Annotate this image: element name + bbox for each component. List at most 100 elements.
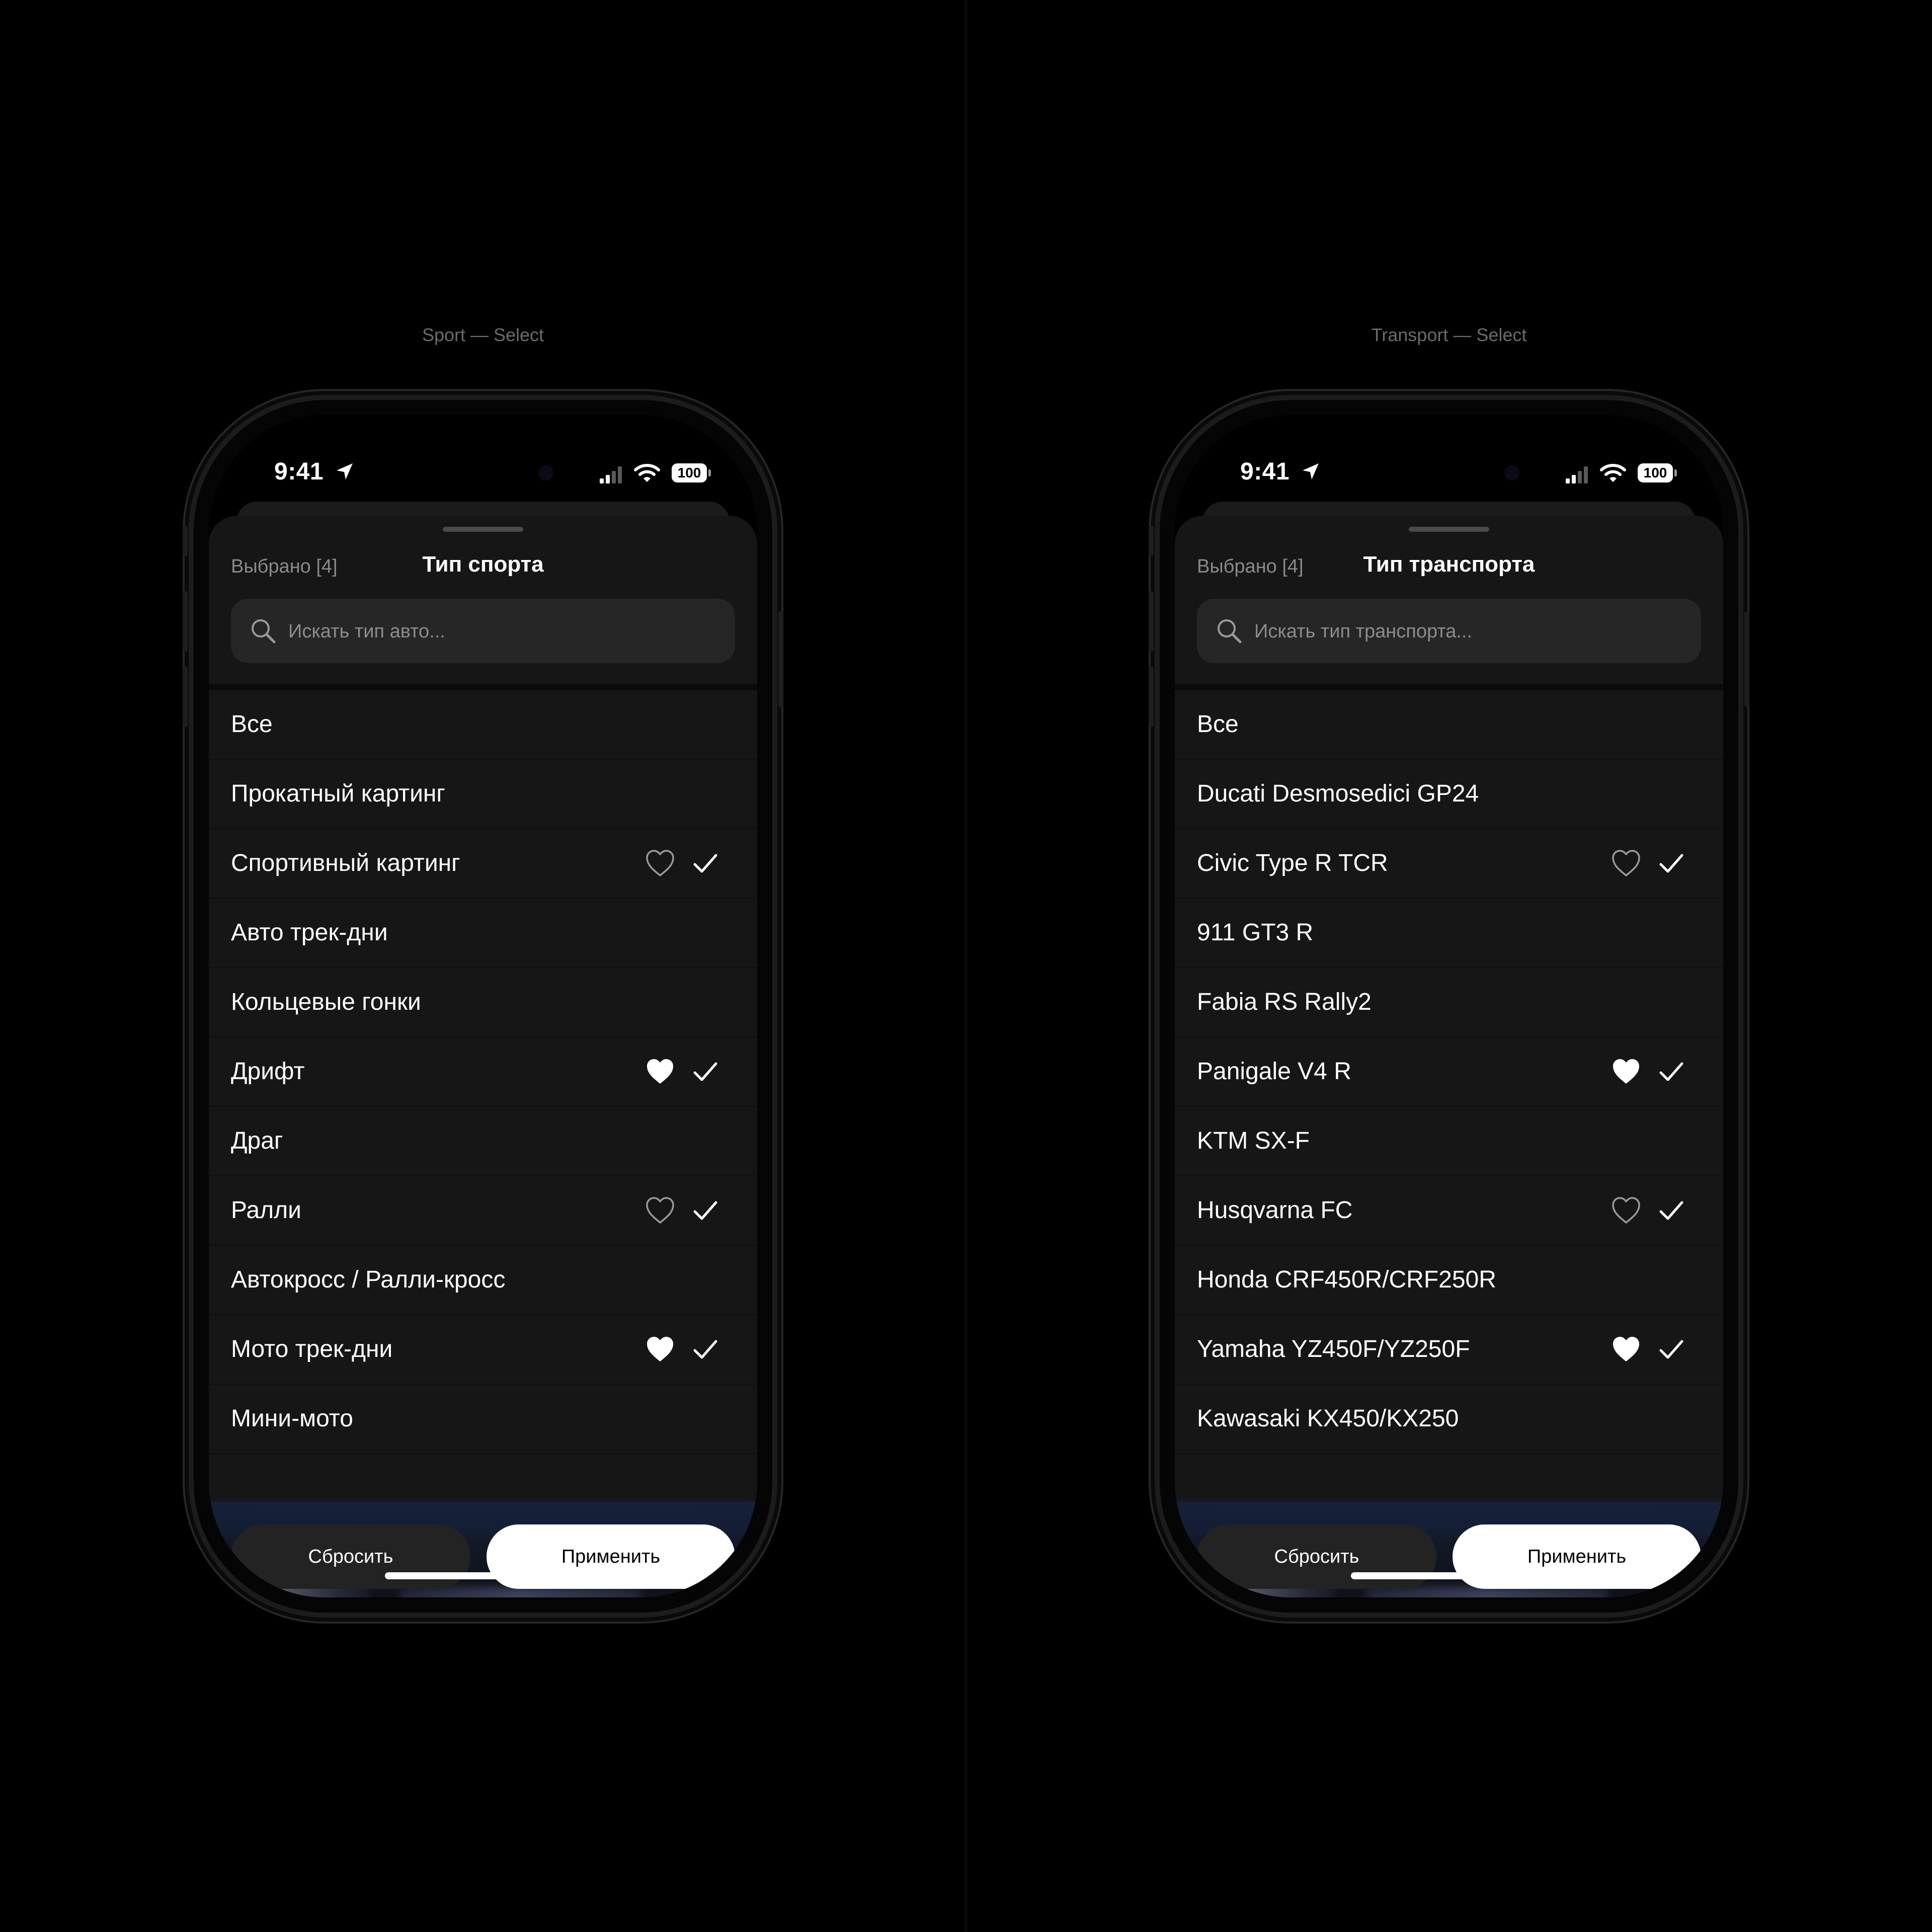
artboard-sport-select: Sport — Select 9:41 100 Выбрано [4] Тип спор… bbox=[0, 0, 966, 1932]
list-item[interactable]: 911 GT3 R bbox=[1175, 899, 1723, 968]
frame-label: Sport — Select bbox=[422, 325, 544, 345]
list-item[interactable]: Fabia RS Rally2 bbox=[1175, 968, 1723, 1037]
bottom-sheet: Выбрано [4]Тип транспортаВсеDucati Desmo… bbox=[1175, 516, 1723, 1597]
options-list: Все Прокатный картинг Спортивный картинг Ав… bbox=[209, 690, 757, 1454]
list-item[interactable]: Все bbox=[209, 690, 757, 760]
camera-dot bbox=[1504, 465, 1519, 480]
search-input[interactable] bbox=[287, 599, 722, 664]
phone-power-button bbox=[778, 611, 783, 707]
frame-label: Transport — Select bbox=[1371, 325, 1527, 345]
artboard-transport-select: Transport — Select 9:41 100 Выбрано [4] Тип … bbox=[966, 0, 1932, 1932]
search-field[interactable] bbox=[1197, 599, 1701, 664]
list-item-label: Прокатный картинг bbox=[231, 780, 445, 807]
heart-outline-icon[interactable] bbox=[1610, 848, 1642, 878]
list-item-label: Авто трек-дни bbox=[231, 919, 388, 946]
battery-icon: 100 bbox=[672, 463, 707, 482]
heart-filled-icon[interactable] bbox=[1610, 1334, 1642, 1364]
status-bar: 9:41 100 bbox=[209, 415, 757, 516]
sheet-title: Тип транспорта bbox=[1363, 552, 1535, 577]
list-item[interactable]: Все bbox=[1175, 690, 1723, 760]
phone-volume-up bbox=[1149, 591, 1154, 652]
heart-filled-icon[interactable] bbox=[1610, 1057, 1642, 1087]
home-indicator[interactable] bbox=[1351, 1572, 1547, 1579]
list-item[interactable]: Husqvarna FC bbox=[1175, 1176, 1723, 1246]
sheet-title: Тип спорта bbox=[422, 552, 544, 577]
list-item[interactable]: Автокросс / Ралли-кросс bbox=[209, 1246, 757, 1315]
list-item[interactable]: Yamaha YZ450F/YZ250F bbox=[1175, 1315, 1723, 1385]
checkmark-icon bbox=[1658, 1197, 1685, 1224]
list-item-label: Fabia RS Rally2 bbox=[1197, 989, 1372, 1015]
search-icon bbox=[248, 616, 278, 646]
list-item-label: Kawasaki KX450/KX250 bbox=[1197, 1405, 1459, 1432]
home-indicator[interactable] bbox=[385, 1572, 581, 1579]
list-item-label: Все bbox=[1197, 711, 1239, 738]
bottom-sheet: Выбрано [4]Тип спортаВсеПрокатный картин… bbox=[209, 516, 757, 1597]
phone-screen: 9:41100Выбрано [4]Тип транспортаВсеDucat… bbox=[1175, 415, 1723, 1597]
heart-outline-icon[interactable] bbox=[644, 1195, 676, 1226]
list-item-label: Honda CRF450R/CRF250R bbox=[1197, 1266, 1496, 1293]
sheet-grabber[interactable] bbox=[1409, 527, 1489, 532]
phone-volume-down bbox=[183, 667, 188, 727]
list-item-label: Спортивный картинг bbox=[231, 850, 460, 876]
list-item[interactable]: KTM SX-F bbox=[1175, 1107, 1723, 1176]
list-item[interactable]: Civic Type R TCR bbox=[1175, 829, 1723, 899]
options-list: Все Ducati Desmosedici GP24 Civic Type R T… bbox=[1175, 690, 1723, 1454]
heart-outline-icon[interactable] bbox=[644, 848, 676, 878]
status-time: 9:41 bbox=[274, 458, 324, 485]
list-item[interactable]: Авто трек-дни bbox=[209, 899, 757, 968]
list-item-label: Civic Type R TCR bbox=[1197, 850, 1388, 876]
sheet-grabber[interactable] bbox=[443, 527, 523, 532]
checkmark-icon bbox=[692, 1059, 719, 1085]
phone-action-button bbox=[1149, 526, 1154, 556]
phone-frame: 9:41100Выбрано [4]Тип спортаВсеПрокатный… bbox=[183, 400, 783, 1613]
list-item-label: Драг bbox=[231, 1128, 283, 1154]
list-item-label: 911 GT3 R bbox=[1197, 919, 1314, 946]
cellular-signal-icon bbox=[1565, 465, 1590, 484]
search-field[interactable] bbox=[231, 599, 735, 664]
checkmark-icon bbox=[1658, 1336, 1685, 1362]
list-item[interactable]: Дрифт bbox=[209, 1037, 757, 1107]
list-separator bbox=[209, 684, 757, 690]
search-input[interactable] bbox=[1253, 599, 1688, 664]
phone-power-button bbox=[1744, 611, 1749, 707]
list-item[interactable]: Спортивный картинг bbox=[209, 829, 757, 899]
checkmark-icon bbox=[1658, 850, 1685, 876]
list-item-label: Мото трек-дни bbox=[231, 1336, 393, 1362]
checkmark-icon bbox=[1658, 1059, 1685, 1085]
status-time: 9:41 bbox=[1240, 458, 1290, 485]
phone-volume-up bbox=[183, 591, 188, 652]
list-separator bbox=[1175, 684, 1723, 690]
list-item[interactable]: Panigale V4 R bbox=[1175, 1037, 1723, 1107]
heart-filled-icon[interactable] bbox=[644, 1057, 676, 1087]
wifi-icon bbox=[634, 463, 660, 484]
list-item-label: Ралли bbox=[231, 1197, 301, 1224]
list-item-label: Дрифт bbox=[231, 1058, 305, 1085]
wifi-icon bbox=[1600, 463, 1626, 484]
blurred-backdrop-image bbox=[1366, 1587, 1607, 1597]
phone-frame: 9:41100Выбрано [4]Тип транспортаВсеDucat… bbox=[1149, 400, 1749, 1613]
list-item-label: KTM SX-F bbox=[1197, 1128, 1310, 1154]
list-item[interactable]: Мини-мото bbox=[209, 1385, 757, 1454]
phone-screen: 9:41100Выбрано [4]Тип спортаВсеПрокатный… bbox=[209, 415, 757, 1597]
list-item[interactable]: Honda CRF450R/CRF250R bbox=[1175, 1246, 1723, 1315]
list-item[interactable]: Кольцевые гонки bbox=[209, 968, 757, 1037]
list-item[interactable]: Прокатный картинг bbox=[209, 760, 757, 829]
cellular-signal-icon bbox=[599, 465, 624, 484]
list-item[interactable]: Драг bbox=[209, 1107, 757, 1176]
list-item-label: Мини-мото bbox=[231, 1405, 353, 1432]
list-item[interactable]: Kawasaki KX450/KX250 bbox=[1175, 1385, 1723, 1454]
blurred-backdrop-image bbox=[400, 1587, 641, 1597]
search-icon bbox=[1214, 616, 1244, 646]
location-arrow-icon bbox=[1301, 461, 1321, 481]
battery-icon: 100 bbox=[1638, 463, 1673, 482]
list-item-label: Panigale V4 R bbox=[1197, 1058, 1351, 1085]
list-item[interactable]: Ducati Desmosedici GP24 bbox=[1175, 760, 1723, 829]
list-item[interactable]: Ралли bbox=[209, 1176, 757, 1246]
list-item-label: Кольцевые гонки bbox=[231, 989, 421, 1015]
list-item[interactable]: Мото трек-дни bbox=[209, 1315, 757, 1385]
heart-filled-icon[interactable] bbox=[644, 1334, 676, 1364]
heart-outline-icon[interactable] bbox=[1610, 1195, 1642, 1226]
list-item-label: Yamaha YZ450F/YZ250F bbox=[1197, 1336, 1470, 1362]
list-item-label: Ducati Desmosedici GP24 bbox=[1197, 780, 1479, 807]
checkmark-icon bbox=[692, 850, 719, 876]
